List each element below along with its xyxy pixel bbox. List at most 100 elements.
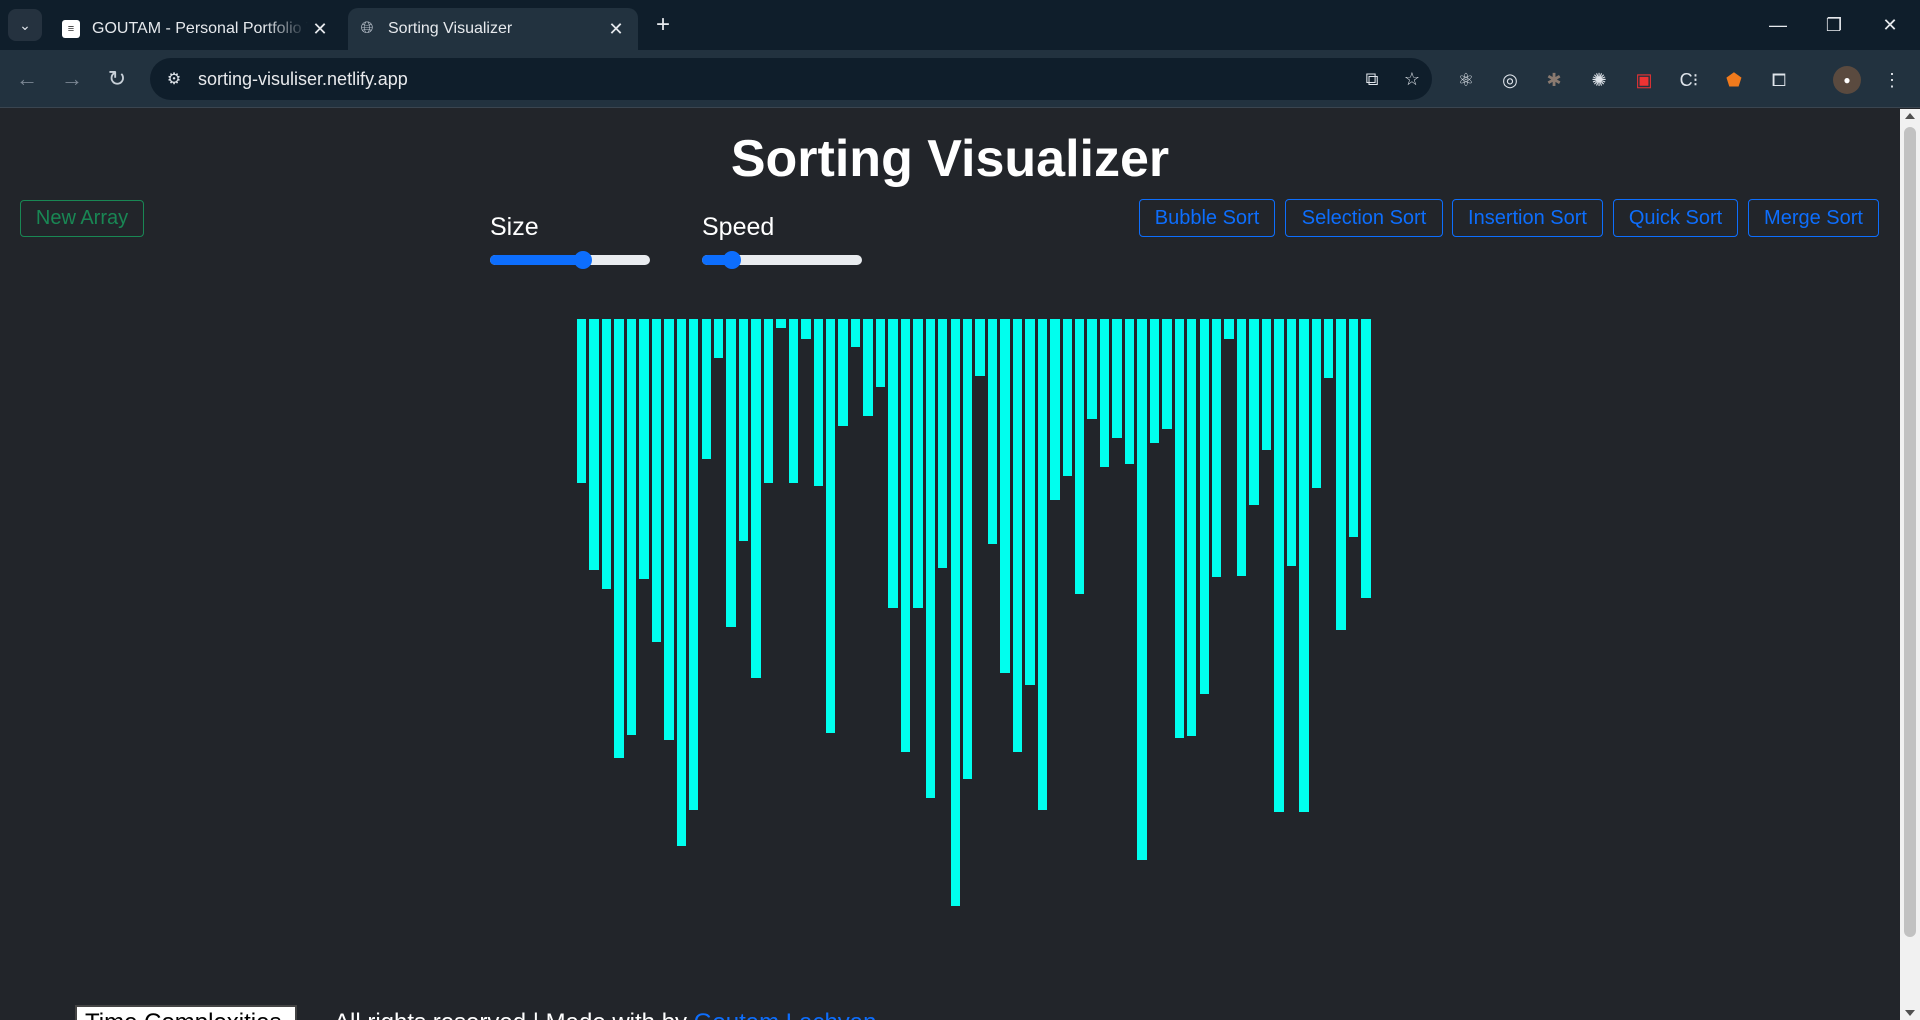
time-complexities-button[interactable]: Time Complexities — [75, 1005, 297, 1020]
array-bar — [588, 319, 600, 571]
new-tab-button[interactable]: + — [648, 10, 678, 40]
array-bar — [1136, 319, 1148, 862]
forward-button[interactable]: → — [55, 62, 89, 96]
pocket-extension-icon[interactable]: ▣ — [1630, 66, 1658, 94]
bug-extension-icon[interactable]: ✱ — [1540, 66, 1568, 94]
array-bar — [1098, 319, 1111, 468]
array-bar — [600, 319, 613, 590]
html5-extension-icon[interactable]: ⬟ — [1720, 66, 1748, 94]
bubble-sort-button[interactable]: Bubble Sort — [1139, 199, 1275, 237]
array-bar — [924, 319, 937, 799]
array-bar — [688, 319, 700, 811]
css-extension-icon[interactable]: C⁝ — [1675, 66, 1703, 94]
array-bar — [787, 319, 800, 485]
portfolio-favicon-icon: ≡ — [62, 20, 80, 38]
array-bar — [1347, 319, 1360, 538]
chevron-down-icon: ⌄ — [19, 16, 31, 33]
page-content: Sorting Visualizer New Array Size Speed … — [0, 109, 1900, 1020]
array-bar — [1235, 319, 1248, 578]
tab-portfolio[interactable]: ≡ GOUTAM - Personal Portfolio Template ✕ — [52, 8, 342, 50]
array-bar — [576, 319, 588, 485]
openai-extension-icon[interactable]: ✺ — [1585, 66, 1613, 94]
close-icon[interactable]: ✕ — [308, 19, 332, 40]
size-label: Size — [490, 213, 539, 241]
menu-kebab-icon[interactable]: ⋮ — [1878, 66, 1906, 94]
array-bar — [1111, 319, 1123, 439]
tab-sorting-visualizer[interactable]: 🌐︎ Sorting Visualizer ✕ — [348, 8, 638, 50]
footer: Time Complexities All rights reserved | … — [0, 1005, 1900, 1020]
url-text[interactable]: sorting-visuliser.netlify.app — [198, 69, 1352, 90]
array-bar — [1360, 319, 1372, 600]
merge-sort-button[interactable]: Merge Sort — [1748, 199, 1879, 237]
reload-button[interactable]: ↻ — [100, 62, 134, 96]
quick-sort-button[interactable]: Quick Sort — [1613, 199, 1738, 237]
browser-toolbar: ← → ↻ ⚙ sorting-visuliser.netlify.app ⧉ … — [0, 50, 1920, 108]
array-bar — [825, 319, 837, 734]
slider-thumb[interactable] — [573, 251, 592, 269]
array-bar — [837, 319, 849, 427]
array-bar — [974, 319, 986, 377]
minimize-button[interactable]: — — [1750, 0, 1806, 50]
array-bar — [625, 319, 638, 736]
array-bar — [812, 319, 824, 487]
array-bar — [638, 319, 650, 581]
scroll-up-arrow-icon[interactable] — [1905, 113, 1915, 119]
array-bar — [1198, 319, 1210, 696]
author-link[interactable]: Goutam Lachyan — [694, 1009, 877, 1020]
array-bar — [849, 319, 862, 348]
array-bar — [700, 319, 712, 461]
array-bar — [949, 319, 961, 907]
translate-icon[interactable]: ⧉ — [1352, 69, 1392, 90]
tab-title: Sorting Visualizer — [388, 20, 513, 37]
profile-avatar[interactable]: ● — [1833, 66, 1861, 94]
slider-track — [490, 255, 650, 265]
close-icon[interactable]: ✕ — [604, 19, 628, 40]
footer-text: All rights reserved | Made with by Gouta… — [334, 1009, 877, 1020]
selection-sort-button[interactable]: Selection Sort — [1285, 199, 1443, 237]
array-bar — [650, 319, 663, 644]
extensions-puzzle-icon[interactable]: ⧠ — [1765, 66, 1793, 94]
react-devtools-icon[interactable]: ⚛ — [1452, 66, 1480, 94]
site-info-icon[interactable]: ⚙ — [158, 69, 190, 89]
new-array-button[interactable]: New Array — [20, 200, 144, 237]
bookmark-star-icon[interactable]: ☆ — [1392, 69, 1432, 90]
array-bar — [1186, 319, 1198, 737]
array-bar — [986, 319, 999, 545]
array-bar — [862, 319, 874, 417]
speed-slider[interactable] — [702, 248, 862, 272]
array-bar — [775, 319, 787, 329]
array-bar — [1323, 319, 1335, 380]
array-bar — [800, 319, 812, 341]
slider-thumb[interactable] — [723, 251, 742, 269]
array-bar — [1036, 319, 1049, 811]
page-title: Sorting Visualizer — [730, 130, 1170, 188]
size-slider[interactable] — [490, 248, 650, 272]
close-window-button[interactable]: ✕ — [1862, 0, 1918, 50]
scrollbar-thumb[interactable] — [1904, 127, 1916, 937]
address-bar[interactable]: ⚙ sorting-visuliser.netlify.app ⧉ ☆ — [150, 58, 1432, 100]
array-bar — [1173, 319, 1186, 740]
array-bars — [576, 319, 1372, 919]
target-extension-icon[interactable]: ◎ — [1496, 66, 1524, 94]
back-button[interactable]: ← — [10, 62, 44, 96]
array-bar — [1061, 319, 1073, 478]
array-bar — [937, 319, 949, 569]
array-bar — [1248, 319, 1260, 507]
array-bar — [874, 319, 887, 389]
array-bar — [737, 319, 750, 542]
array-bar — [1011, 319, 1024, 753]
restore-button[interactable]: ❐ — [1806, 0, 1862, 50]
array-bar — [1223, 319, 1235, 341]
speed-label: Speed — [702, 213, 775, 241]
array-bar — [1148, 319, 1161, 444]
size-control: Size — [490, 213, 650, 272]
browser-tab-strip: ⌄ ≡ GOUTAM - Personal Portfolio Template… — [0, 0, 1920, 50]
array-bar — [912, 319, 924, 609]
globe-icon: 🌐︎ — [360, 20, 374, 37]
array-bar — [1086, 319, 1098, 420]
tab-search-button[interactable]: ⌄ — [8, 9, 42, 41]
page-scrollbar[interactable] — [1900, 109, 1920, 1020]
insertion-sort-button[interactable]: Insertion Sort — [1452, 199, 1603, 237]
array-bar — [1024, 319, 1036, 686]
scroll-down-arrow-icon[interactable] — [1905, 1010, 1915, 1016]
